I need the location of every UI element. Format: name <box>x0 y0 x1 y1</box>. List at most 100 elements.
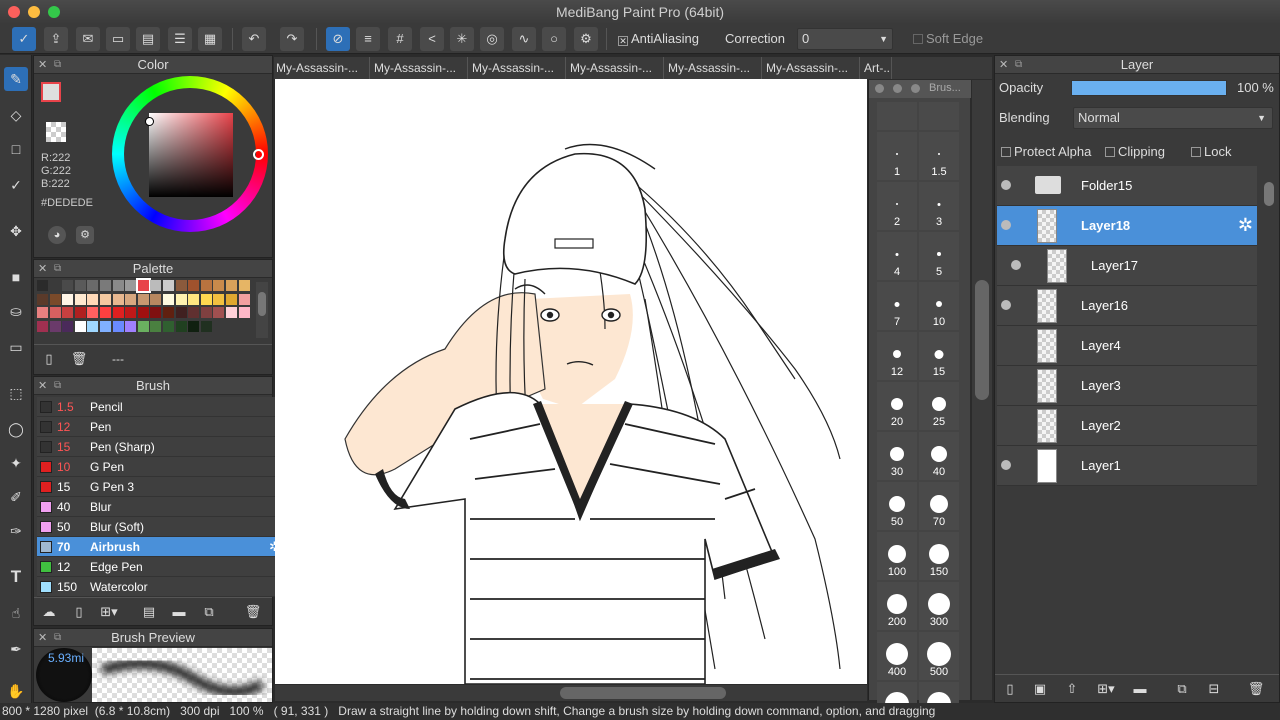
brush-size-option[interactable]: 20 <box>877 382 917 430</box>
brush-item[interactable]: 12 Edge Pen <box>37 557 283 577</box>
select-pen-tool-icon[interactable]: ✐ <box>4 485 28 509</box>
palette-swatch[interactable] <box>125 307 137 318</box>
palette-swatch[interactable] <box>188 320 200 332</box>
trash-icon[interactable]: 🗑 <box>242 601 264 623</box>
folder-icon[interactable]: ▬ <box>1129 678 1151 700</box>
palette-swatch[interactable] <box>74 280 86 291</box>
palette-swatch[interactable] <box>87 307 99 318</box>
layer-item[interactable]: Layer3 <box>997 366 1257 406</box>
palette-swatch[interactable] <box>175 280 187 291</box>
duplicate-icon[interactable]: ⧉ <box>198 601 220 623</box>
palette-scrollbar-thumb[interactable] <box>258 292 266 316</box>
canvas-horizontal-scrollbar[interactable] <box>275 685 867 701</box>
add-layer-menu-icon[interactable]: ⊞▾ <box>1095 678 1117 700</box>
brush-size-option[interactable]: 400 <box>877 632 917 680</box>
close-icon[interactable]: ✕ <box>999 56 1008 74</box>
palette-grid[interactable] <box>37 278 253 340</box>
palette-swatch[interactable] <box>37 320 48 332</box>
color-slider-mode-icon[interactable]: ⚙ <box>76 226 94 244</box>
palette-swatch[interactable] <box>49 293 61 305</box>
share-icon[interactable]: ⇪ <box>44 27 68 51</box>
brush-item[interactable]: 50 Blur (Soft) <box>37 517 283 537</box>
document-tab[interactable]: My-Assassin-... <box>568 57 664 79</box>
protect-alpha-checkbox[interactable]: Protect Alpha <box>1001 144 1091 159</box>
document-tab[interactable]: My-Assassin-... <box>274 57 370 79</box>
layer-item[interactable]: Layer18 ✲ <box>997 206 1257 246</box>
palette-swatch[interactable] <box>200 320 212 332</box>
palette-swatch[interactable] <box>62 293 74 305</box>
snap-off-icon[interactable]: ⊘ <box>326 27 350 51</box>
palette-swatch[interactable] <box>62 307 74 318</box>
brush-size-option[interactable]: 7 <box>877 282 917 330</box>
popout-icon[interactable]: ⧉ <box>1015 56 1022 74</box>
palette-swatch[interactable] <box>226 307 237 318</box>
foreground-color-swatch[interactable] <box>41 82 61 102</box>
brush-size-option[interactable]: 1 <box>877 132 917 180</box>
brush-size-option[interactable]: 12 <box>877 332 917 380</box>
clipping-checkbox[interactable]: Clipping <box>1105 144 1165 159</box>
visibility-icon[interactable] <box>1001 420 1011 430</box>
brush-tool-icon[interactable]: ✎ <box>4 67 28 91</box>
palette-scrollbar[interactable] <box>256 282 268 338</box>
palette-swatch[interactable] <box>62 280 74 291</box>
layer-folder[interactable]: Folder15 <box>997 166 1257 206</box>
brush-size-option[interactable]: 25 <box>919 382 959 430</box>
visibility-icon[interactable] <box>1001 380 1011 390</box>
comment-icon[interactable]: ✉ <box>76 27 100 51</box>
palette-swatch[interactable] <box>74 293 86 305</box>
visibility-icon[interactable] <box>1011 260 1021 270</box>
correction-select[interactable]: 0 ▼ <box>797 28 893 50</box>
brush-item[interactable]: 12 Pen <box>37 417 283 437</box>
palette-swatch[interactable] <box>135 278 151 293</box>
move-tool-icon[interactable]: ✥ <box>4 219 28 243</box>
document-tab[interactable]: My-Assassin-... <box>470 57 566 79</box>
soft-edge-checkbox[interactable]: Soft Edge <box>913 31 983 46</box>
brush-item[interactable]: 40 Blur <box>37 497 283 517</box>
document-icon[interactable]: ▤ <box>136 27 160 51</box>
brush-size-option[interactable]: 5 <box>919 232 959 280</box>
palette-swatch[interactable] <box>200 307 212 318</box>
document-tab[interactable]: Art-... <box>862 57 892 79</box>
palette-swatch[interactable] <box>150 280 162 291</box>
palette-swatch[interactable] <box>150 293 162 305</box>
grid-snap-icon[interactable]: # <box>388 27 412 51</box>
hue-ring[interactable] <box>112 76 268 232</box>
palette-swatch[interactable] <box>226 280 237 291</box>
ellipse-snap-icon[interactable]: ○ <box>542 27 566 51</box>
select-eraser-tool-icon[interactable]: ✑ <box>4 519 28 543</box>
palette-swatch[interactable] <box>74 320 86 332</box>
saturation-value-square[interactable] <box>149 113 233 197</box>
palette-swatch[interactable] <box>125 293 137 305</box>
palette-swatch[interactable] <box>100 280 111 291</box>
brush-item[interactable]: 1.5 Pencil <box>37 397 283 417</box>
layer-item[interactable]: Layer2 <box>997 406 1257 446</box>
palette-swatch[interactable] <box>175 320 187 332</box>
palette-swatch[interactable] <box>125 280 137 291</box>
brush-size-option[interactable]: 3 <box>919 182 959 230</box>
palette-swatch[interactable] <box>100 293 111 305</box>
palette-swatch[interactable] <box>238 293 250 305</box>
palette-swatch[interactable] <box>137 307 149 318</box>
new-layer-icon[interactable]: ▯ <box>999 678 1021 700</box>
palette-swatch[interactable] <box>175 307 187 318</box>
operation-tool-icon[interactable]: ☝ <box>4 601 28 625</box>
close-icon[interactable]: ✕ <box>38 260 47 278</box>
palette-swatch[interactable] <box>213 280 225 291</box>
palette-swatch[interactable] <box>238 280 250 291</box>
color-wheel-mode-icon[interactable]: ◕ <box>48 226 66 244</box>
brush-size-option[interactable]: 70 <box>919 482 959 530</box>
visibility-icon[interactable] <box>1001 460 1011 470</box>
zoom-icon[interactable] <box>911 84 920 93</box>
palette-swatch[interactable] <box>188 307 200 318</box>
dot-tool-icon[interactable]: □ <box>4 137 28 161</box>
palette-swatch[interactable] <box>238 307 250 318</box>
palette-swatch[interactable] <box>112 320 124 332</box>
canvas-vertical-scrollbar-thumb[interactable] <box>975 280 989 400</box>
popout-icon[interactable]: ⧉ <box>54 56 61 74</box>
palette-swatch[interactable] <box>150 307 162 318</box>
new-palette-icon[interactable]: ▯ <box>38 348 60 370</box>
palette-swatch[interactable] <box>175 293 187 305</box>
message-icon[interactable]: ▭ <box>106 27 130 51</box>
gradient-tool-icon[interactable]: ▭ <box>4 335 28 359</box>
visibility-icon[interactable] <box>1001 220 1011 230</box>
